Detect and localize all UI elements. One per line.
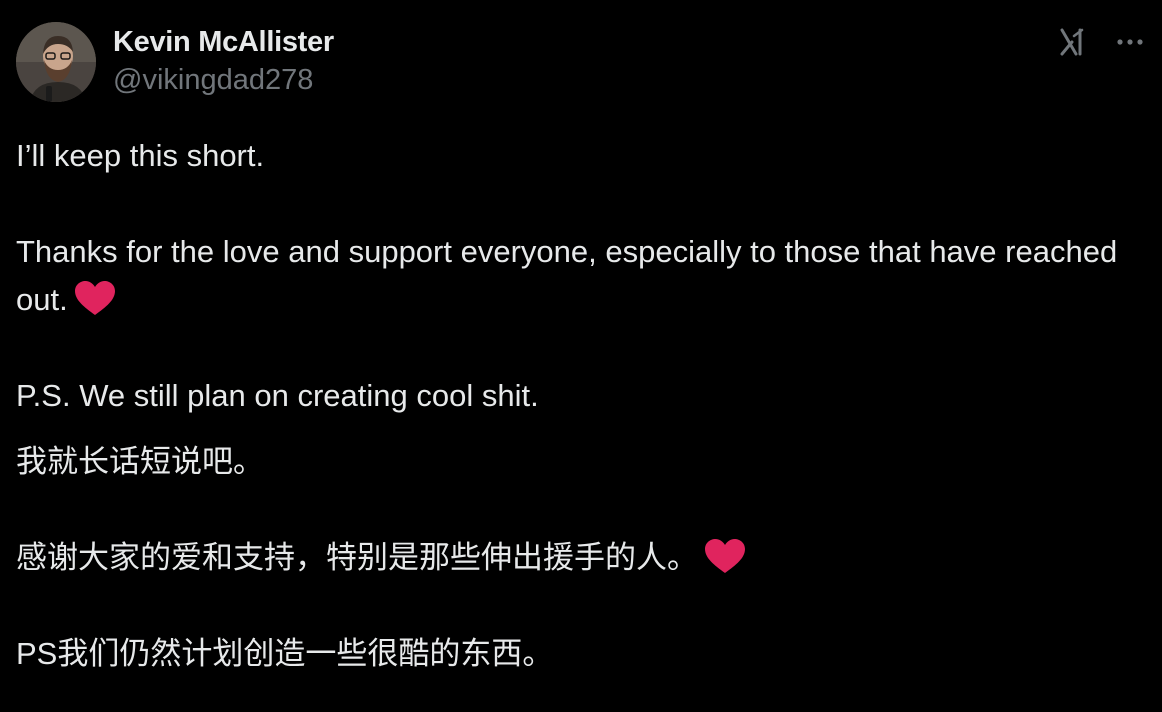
handle[interactable]: @vikingdad278: [113, 60, 334, 100]
avatar-image: [16, 22, 96, 102]
tweet-body: I’ll keep this short. Thanks for the lov…: [16, 132, 1146, 678]
display-name[interactable]: Kevin McAllister: [113, 24, 334, 60]
tweet-line-2: Thanks for the love and support everyone…: [16, 228, 1146, 324]
tweet-line-3: P.S. We still plan on creating cool shit…: [16, 378, 539, 413]
heart-icon: [74, 281, 115, 315]
translation-line-3: PS我们仍然计划创造一些很酷的东西。: [16, 636, 554, 671]
translation-line-2: 感谢大家的爱和支持，特别是那些伸出援手的人。: [16, 534, 1146, 582]
heart-icon: [705, 539, 745, 573]
tweet: Kevin McAllister @vikingdad278 I’ll keep…: [0, 0, 1162, 712]
translation-line-2-text: 感谢大家的爱和支持，特别是那些伸出援手的人。: [16, 540, 698, 575]
grok-icon[interactable]: [1058, 26, 1090, 58]
author-names: Kevin McAllister @vikingdad278: [113, 24, 334, 100]
tweet-line-1: I’ll keep this short.: [16, 138, 265, 173]
translation-line-1: 我就长话短说吧。: [16, 444, 264, 479]
tweet-line-2-text: Thanks for the love and support everyone…: [16, 234, 1126, 317]
tweet-header: Kevin McAllister @vikingdad278: [16, 22, 1146, 102]
more-icon[interactable]: [1114, 28, 1146, 56]
avatar[interactable]: [16, 22, 96, 102]
